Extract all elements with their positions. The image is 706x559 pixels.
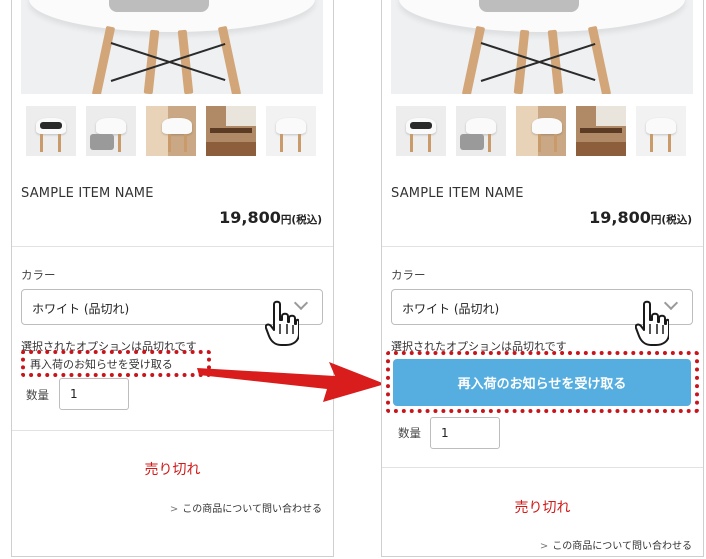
- inquiry-label: この商品について問い合わせる: [552, 541, 692, 552]
- thumbnail-5[interactable]: [636, 106, 686, 156]
- quantity-input[interactable]: [430, 417, 500, 449]
- divider: [12, 430, 333, 431]
- hand-pointer-icon: [265, 300, 299, 346]
- quantity-label: 数量: [26, 388, 49, 402]
- inquiry-link[interactable]: > この商品について問い合わせる: [540, 537, 692, 552]
- chevron-right-icon: >: [169, 504, 179, 515]
- chevron-right-icon: >: [539, 541, 549, 552]
- thumbnail-1[interactable]: [396, 106, 446, 156]
- hand-pointer-icon: [635, 300, 669, 346]
- color-select-value: ホワイト (品切れ): [402, 302, 500, 316]
- thumbnail-2[interactable]: [86, 106, 136, 156]
- product-name: SAMPLE ITEM NAME: [21, 186, 154, 201]
- divider: [12, 246, 333, 247]
- restock-notify-button[interactable]: 再入荷のお知らせを受け取る: [393, 359, 691, 406]
- sold-out-label: 売り切れ: [514, 500, 571, 516]
- price-value: 19,800: [589, 208, 651, 227]
- product-panel-before: SAMPLE ITEM NAME 19,800円(税込) カラー ホワイト (品…: [11, 0, 334, 557]
- thumbnail-3[interactable]: [516, 106, 566, 156]
- product-name: SAMPLE ITEM NAME: [391, 186, 524, 201]
- color-label: カラー: [21, 268, 56, 282]
- product-price: 19,800円(税込): [219, 208, 322, 227]
- divider: [382, 467, 703, 468]
- thumbnail-2[interactable]: [456, 106, 506, 156]
- inquiry-link[interactable]: > この商品について問い合わせる: [170, 500, 322, 515]
- thumbnail-4[interactable]: [206, 106, 256, 156]
- inquiry-label: この商品について問い合わせる: [182, 504, 322, 515]
- product-price: 19,800円(税込): [589, 208, 692, 227]
- divider: [382, 246, 703, 247]
- arrow-icon: [197, 362, 385, 402]
- price-unit: 円(税込): [650, 214, 692, 226]
- restock-notify-link[interactable]: 再入荷のお知らせを受け取る: [30, 356, 173, 372]
- thumbnail-3[interactable]: [146, 106, 196, 156]
- product-panel-after: SAMPLE ITEM NAME 19,800円(税込) カラー ホワイト (品…: [381, 0, 704, 557]
- color-select-value: ホワイト (品切れ): [32, 302, 130, 316]
- quantity-input[interactable]: [59, 378, 129, 410]
- quantity-label: 数量: [398, 426, 421, 440]
- product-main-image: [21, 0, 323, 94]
- price-value: 19,800: [219, 208, 281, 227]
- thumbnail-4[interactable]: [576, 106, 626, 156]
- sold-out-label: 売り切れ: [144, 462, 201, 478]
- product-main-image: [391, 0, 693, 94]
- thumbnail-5[interactable]: [266, 106, 316, 156]
- thumbnail-1[interactable]: [26, 106, 76, 156]
- color-label: カラー: [391, 268, 426, 282]
- price-unit: 円(税込): [280, 214, 322, 226]
